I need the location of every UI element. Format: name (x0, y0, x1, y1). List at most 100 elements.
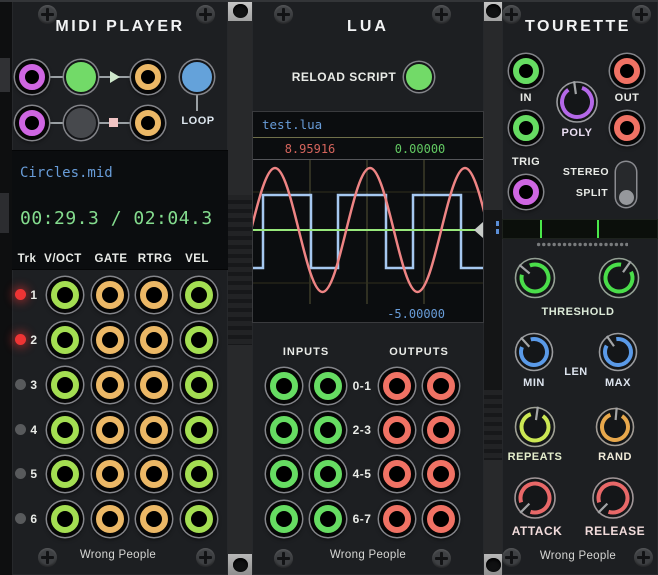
rack-rail-top (0, 0, 658, 2)
rand-label: RAND (598, 451, 632, 463)
output-port-2[interactable] (379, 412, 415, 448)
rack: MIDI PLAYER LOOP Circles.mid 00:29.3 / 0… (0, 0, 658, 575)
midi-file-name: Circles.mid (20, 165, 113, 181)
track6-gate-port[interactable] (92, 501, 128, 537)
output-port-4[interactable] (379, 456, 415, 492)
input-port-4[interactable] (266, 456, 302, 492)
track1-vel-port[interactable] (181, 277, 217, 313)
stereo-split-toggle[interactable] (616, 162, 636, 207)
out-port-2[interactable] (610, 111, 644, 145)
track1-rtrg-port[interactable] (136, 277, 172, 313)
input-port-7[interactable] (310, 501, 346, 537)
output-port-0[interactable] (379, 368, 415, 404)
stop-output-port[interactable] (131, 106, 165, 140)
track1-voct-port[interactable] (47, 277, 83, 313)
out-port-1[interactable] (610, 54, 644, 88)
min-knob[interactable] (514, 332, 554, 372)
stereo-label: STEREO (562, 166, 610, 178)
screw-icon (502, 548, 521, 567)
poly-knob[interactable] (555, 80, 599, 124)
script-name: test.lua (262, 117, 323, 132)
max-label: MAX (605, 377, 631, 389)
track3-voct-port[interactable] (47, 367, 83, 403)
rand-knob[interactable] (595, 407, 635, 447)
track1-gate-port[interactable] (92, 277, 128, 313)
track2-rtrg-port[interactable] (136, 322, 172, 358)
release-knob[interactable] (591, 476, 635, 520)
screw-icon (502, 5, 521, 24)
track4-gate-port[interactable] (92, 412, 128, 448)
repeats-knob[interactable] (514, 406, 556, 448)
input-port-5[interactable] (310, 456, 346, 492)
loop-button[interactable] (180, 60, 214, 94)
rail-texture (484, 390, 502, 460)
in-port-1[interactable] (509, 54, 543, 88)
trigger-strip-display (502, 219, 658, 239)
clock-input-port[interactable] (15, 60, 49, 94)
threshold-knob-2[interactable] (598, 257, 640, 299)
output-port-1[interactable] (423, 368, 459, 404)
attack-knob[interactable] (513, 476, 557, 520)
strip-marker (496, 221, 499, 226)
track5-voct-port[interactable] (47, 456, 83, 492)
track4-voct-port[interactable] (47, 412, 83, 448)
in-port-2[interactable] (509, 111, 543, 145)
input-port-6[interactable] (266, 501, 302, 537)
output-port-7[interactable] (423, 501, 459, 537)
threshold-label: THRESHOLD (541, 306, 615, 318)
stop-button[interactable] (64, 106, 98, 140)
screw-icon (632, 5, 651, 24)
column-header-vel: VEL (185, 253, 209, 265)
track-led (15, 513, 26, 524)
output-port-3[interactable] (423, 412, 459, 448)
track5-rtrg-port[interactable] (136, 456, 172, 492)
track6-rtrg-port[interactable] (136, 501, 172, 537)
scope-marker-icon (474, 222, 483, 238)
track4-rtrg-port[interactable] (136, 412, 172, 448)
brand-label: Wrong People (79, 549, 157, 561)
play-output-port[interactable] (131, 60, 165, 94)
rack-edge-patch (0, 58, 10, 92)
track6-voct-port[interactable] (47, 501, 83, 537)
reload-script-button[interactable] (404, 62, 434, 92)
scope-value-right: 0.00000 (394, 142, 446, 156)
rack-rail-gap (484, 0, 502, 575)
play-icon (110, 71, 120, 83)
midi-time-display: 00:29.3 / 02:04.3 (20, 208, 213, 229)
track2-vel-port[interactable] (181, 322, 217, 358)
track3-gate-port[interactable] (92, 367, 128, 403)
output-port-6[interactable] (379, 501, 415, 537)
inputs-label: INPUTS (282, 346, 330, 358)
threshold-knob-1[interactable] (514, 257, 556, 299)
play-button[interactable] (64, 60, 98, 94)
input-port-0[interactable] (266, 368, 302, 404)
track-number: 1 (30, 288, 38, 302)
scope-value-min: -5.00000 (387, 307, 445, 321)
io-row-label: 2-3 (352, 423, 372, 437)
track6-vel-port[interactable] (181, 501, 217, 537)
scope-display (253, 160, 483, 304)
input-port-3[interactable] (310, 412, 346, 448)
track2-gate-port[interactable] (92, 322, 128, 358)
reset-input-port[interactable] (15, 106, 49, 140)
track-number: 2 (30, 333, 38, 347)
column-header-rtrg: RTRG (137, 253, 173, 265)
screw-icon (38, 548, 57, 567)
trigger-tick (597, 220, 599, 238)
output-port-5[interactable] (423, 456, 459, 492)
track3-rtrg-port[interactable] (136, 367, 172, 403)
column-header-trk: Trk (17, 253, 37, 265)
rail-mount-hole (484, 554, 502, 575)
max-knob[interactable] (598, 332, 638, 372)
input-port-1[interactable] (310, 368, 346, 404)
track5-vel-port[interactable] (181, 456, 217, 492)
input-port-2[interactable] (266, 412, 302, 448)
min-label: MIN (523, 377, 545, 389)
track3-vel-port[interactable] (181, 367, 217, 403)
trig-port[interactable] (509, 175, 543, 209)
track4-vel-port[interactable] (181, 412, 217, 448)
track-led (15, 468, 26, 479)
track2-voct-port[interactable] (47, 322, 83, 358)
brand-label: Wrong People (539, 550, 617, 562)
track5-gate-port[interactable] (92, 456, 128, 492)
